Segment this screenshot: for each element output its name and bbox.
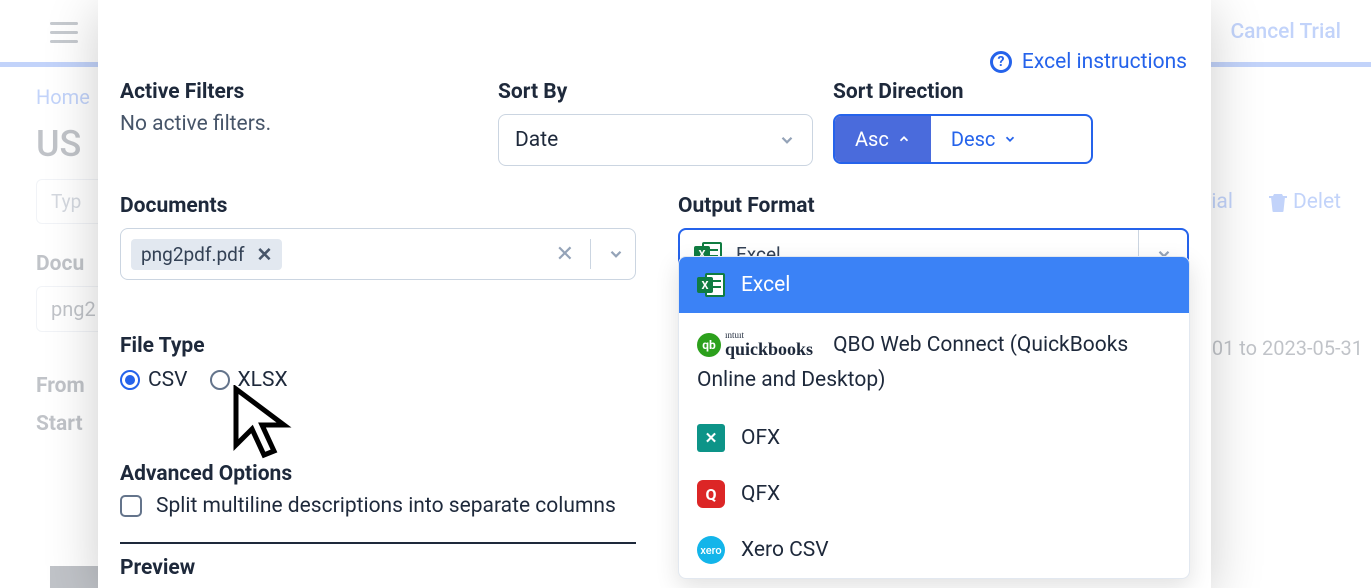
no-filters-text: No active filters. [120,112,478,136]
option-xero[interactable]: xero Xero CSV [679,522,1189,578]
sort-desc-button[interactable]: Desc [931,116,1038,162]
divider [590,239,591,269]
option-excel[interactable]: X Excel [679,257,1189,313]
sort-by-label: Sort By [498,80,813,104]
preview-label: Preview [120,556,636,580]
file-type-label: File Type [120,334,636,358]
excel-icon: X [697,271,725,299]
chevron-up-icon [897,132,911,146]
help-icon: ? [990,51,1012,73]
chip-remove-icon[interactable]: ✕ [257,243,273,266]
split-checkbox[interactable] [120,495,142,517]
option-qfx[interactable]: Q QFX [679,466,1189,522]
qfx-icon: Q [697,480,725,508]
chevron-down-icon [1003,132,1017,146]
advanced-options-label: Advanced Options [120,462,636,486]
quickbooks-icon: qb ıntuıtquickbooks [697,331,813,358]
sort-direction-label: Sort Direction [833,80,1093,104]
radio-unchecked-icon [210,370,230,390]
option-quickbooks[interactable]: qb ıntuıtquickbooks QBO Web Connect (Qui… [679,313,1189,410]
ofx-icon: ✕ [697,424,725,452]
active-filters-label: Active Filters [120,80,478,104]
excel-instructions-link[interactable]: ? Excel instructions [990,50,1187,74]
documents-multiselect[interactable]: png2pdf.pdf ✕ ✕ [120,228,636,280]
sort-by-select[interactable]: Date [498,114,813,166]
clear-all-icon[interactable]: ✕ [556,242,574,267]
output-format-dropdown: X Excel qb ıntuıtquickbooks QBO Web Conn… [678,256,1190,579]
output-format-label: Output Format [678,194,1189,218]
documents-label: Documents [120,194,636,218]
split-label: Split multiline descriptions into separa… [156,494,616,518]
radio-checked-icon [120,370,140,390]
sort-direction-group: Asc Desc [833,114,1093,164]
document-chip: png2pdf.pdf ✕ [131,239,282,270]
sort-asc-button[interactable]: Asc [835,116,931,162]
csv-radio[interactable]: CSV [120,368,188,392]
xero-icon: xero [697,536,725,564]
chevron-down-icon[interactable] [607,245,625,263]
xlsx-radio[interactable]: XLSX [210,368,288,392]
chevron-down-icon [778,131,796,149]
export-modal: ? Excel instructions Active Filters No a… [98,0,1211,588]
option-ofx[interactable]: ✕ OFX [679,410,1189,466]
